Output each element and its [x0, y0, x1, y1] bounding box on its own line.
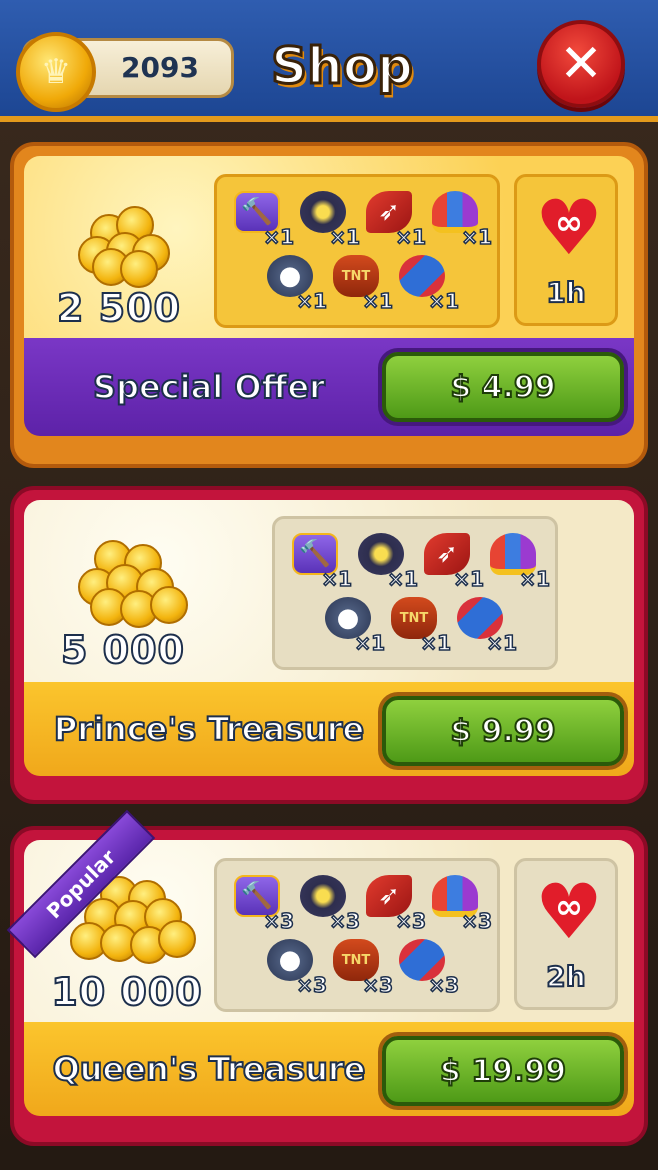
coin-amount: 5 000: [60, 627, 185, 673]
item-quantity: ×1: [354, 630, 386, 656]
infinity-icon: ∞: [554, 887, 584, 927]
coin-amount: 2 500: [56, 285, 181, 331]
coin-pile-icon: [74, 532, 188, 628]
offer-footer: Special Offer $ 4.99: [24, 338, 634, 436]
infinity-icon: ∞: [554, 203, 584, 243]
booster-item: 🔨 ×1: [286, 531, 353, 592]
offer-footer: Queen's Treasure $ 19.99: [24, 1022, 634, 1116]
crown-coin-icon: ♛: [16, 32, 96, 112]
booster-item: ➶ ×1: [360, 189, 427, 250]
booster-item: ➶ ×3: [360, 873, 427, 934]
lives-duration: 2h: [545, 959, 586, 994]
booster-item: ×3: [426, 873, 493, 934]
page-title: Shop: [270, 36, 415, 97]
item-quantity: ×3: [461, 908, 493, 934]
item-quantity: ×1: [519, 566, 551, 592]
offer-content: 5 000 🔨 ×1 ×1 ➶ ×1 ×1 ● ×1 TNT ×1 ×1: [24, 500, 634, 682]
booster-item: ×3: [393, 937, 460, 998]
item-quantity: ×1: [321, 566, 353, 592]
item-quantity: ×1: [263, 224, 295, 250]
booster-item: TNT ×3: [327, 937, 394, 998]
booster-item: ×1: [484, 531, 551, 592]
close-button[interactable]: ✕: [537, 20, 625, 108]
offer-name: Special Offer: [92, 367, 326, 407]
item-quantity: ×1: [329, 224, 361, 250]
booster-item: ×1: [294, 189, 361, 250]
coin-balance-value: 2093: [121, 51, 199, 84]
item-quantity: ×3: [428, 972, 460, 998]
offer-card-prince: 5 000 🔨 ×1 ×1 ➶ ×1 ×1 ● ×1 TNT ×1 ×1 Prince'…: [10, 486, 648, 804]
shop-header: 2093 ♛ Shop ✕: [0, 0, 658, 122]
booster-item: ×1: [352, 531, 419, 592]
coin-amount: 10 000: [50, 969, 203, 1015]
item-quantity: ×1: [387, 566, 419, 592]
booster-item: 🔨 ×1: [228, 189, 295, 250]
unlimited-lives-panel: ♥ ∞ 1h: [514, 174, 618, 326]
lives-duration: 1h: [545, 275, 586, 310]
offer-card-special: 2 500 🔨 ×1 ×1 ➶ ×1 ×1 ● ×1 TNT ×1 ×1 ♥ ∞ 1h …: [10, 142, 648, 468]
item-quantity: ×3: [395, 908, 427, 934]
booster-item: ● ×1: [319, 595, 386, 656]
offer-name: Queen's Treasure: [52, 1049, 367, 1089]
item-quantity: ×1: [453, 566, 485, 592]
booster-item: TNT ×1: [385, 595, 452, 656]
offer-name: Prince's Treasure: [53, 709, 365, 749]
booster-item: TNT ×1: [327, 253, 394, 314]
offer-card-queen: 10 000 🔨 ×3 ×3 ➶ ×3 ×3 ● ×3 TNT ×3 ×3 ♥ ∞ 2h…: [6, 809, 648, 1146]
booster-items-panel: 🔨 ×3 ×3 ➶ ×3 ×3 ● ×3 TNT ×3 ×3: [214, 858, 500, 1012]
item-quantity: ×1: [428, 288, 460, 314]
buy-button[interactable]: $ 4.99: [382, 352, 624, 422]
booster-item: 🔨 ×3: [228, 873, 295, 934]
unlimited-lives-panel: ♥ ∞ 2h: [514, 858, 618, 1010]
booster-item: ● ×1: [261, 253, 328, 314]
booster-item: ×1: [426, 189, 493, 250]
booster-item: ➶ ×1: [418, 531, 485, 592]
item-quantity: ×3: [362, 972, 394, 998]
offer-footer: Prince's Treasure $ 9.99: [24, 682, 634, 776]
buy-button[interactable]: $ 9.99: [382, 696, 624, 766]
item-quantity: ×3: [263, 908, 295, 934]
offer-content: 2 500 🔨 ×1 ×1 ➶ ×1 ×1 ● ×1 TNT ×1 ×1 ♥ ∞ 1h: [24, 156, 634, 338]
coin-pile-icon: [70, 196, 180, 288]
item-quantity: ×1: [296, 288, 328, 314]
booster-items-panel: 🔨 ×1 ×1 ➶ ×1 ×1 ● ×1 TNT ×1 ×1: [272, 516, 558, 670]
booster-item: ×1: [393, 253, 460, 314]
booster-item: ×3: [294, 873, 361, 934]
item-quantity: ×1: [362, 288, 394, 314]
booster-items-panel: 🔨 ×1 ×1 ➶ ×1 ×1 ● ×1 TNT ×1 ×1: [214, 174, 500, 328]
buy-button[interactable]: $ 19.99: [382, 1036, 624, 1106]
booster-item: ×1: [451, 595, 518, 656]
item-quantity: ×1: [420, 630, 452, 656]
item-quantity: ×3: [296, 972, 328, 998]
booster-item: ● ×3: [261, 937, 328, 998]
item-quantity: ×1: [395, 224, 427, 250]
item-quantity: ×3: [329, 908, 361, 934]
item-quantity: ×1: [461, 224, 493, 250]
item-quantity: ×1: [486, 630, 518, 656]
